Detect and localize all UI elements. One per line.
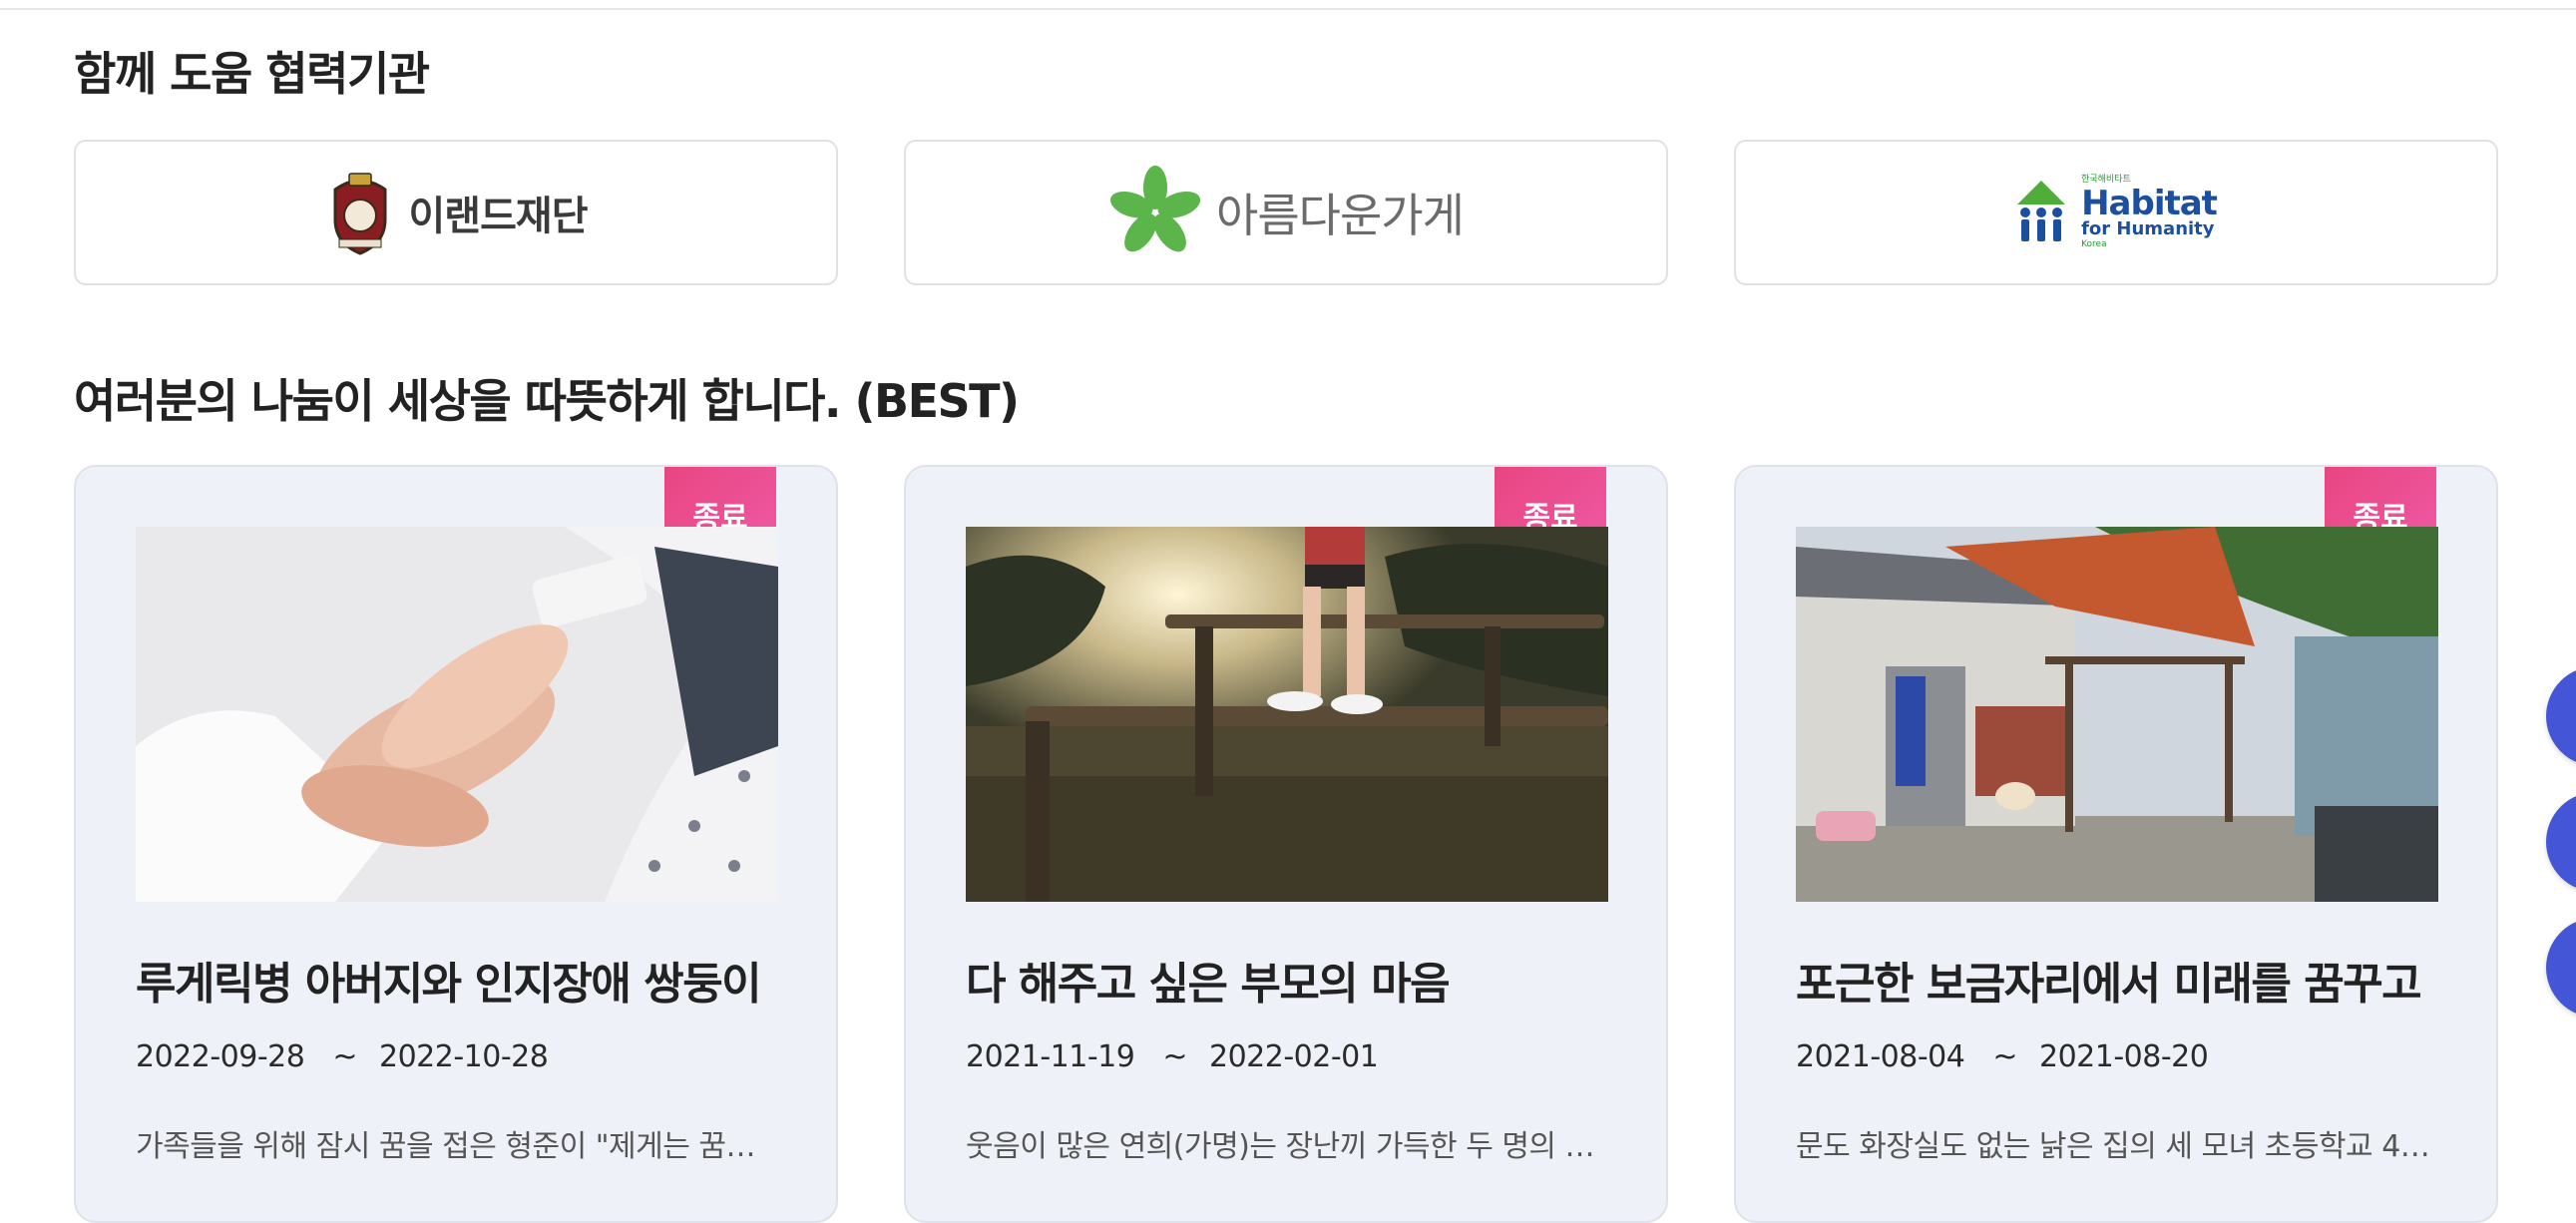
partner-name: 아름다운가게 [1216, 189, 1465, 242]
campaign-image-balance-beam [966, 527, 1608, 902]
floating-quick-button[interactable] [2546, 666, 2576, 766]
end-date: 2022-02-01 [1209, 1039, 1379, 1074]
partners-section-title: 함께 도움 협력기관 [74, 47, 430, 101]
campaign-title: 다 해주고 싶은 부모의 마음 [966, 959, 1451, 1010]
end-date: 2021-08-20 [2039, 1039, 2209, 1074]
floating-quick-button[interactable] [2546, 792, 2576, 892]
date-separator: ~ [1992, 1039, 2017, 1074]
partner-name-line-1: Habitat [2081, 184, 2218, 223]
end-date: 2022-10-28 [379, 1039, 549, 1074]
eland-crest-icon [333, 173, 386, 255]
campaign-period: 2021-11-19 ~2022-02-01 [966, 1039, 1379, 1074]
partner-name-line-3: Korea [2081, 239, 2107, 249]
floating-quick-button[interactable] [2546, 918, 2576, 1018]
date-separator: ~ [332, 1039, 357, 1074]
partner-name: 이랜드재단 [408, 194, 589, 239]
campaign-card[interactable]: 종료 포근한 보금자리에서 미래를 꿈꾸고 2021-08-04 ~2021-08… [1734, 465, 2498, 1223]
campaign-title: 포근한 보금자리에서 미래를 꿈꾸고 [1796, 959, 2422, 1010]
campaign-period: 2021-08-04 ~2021-08-20 [1796, 1039, 2209, 1074]
start-date: 2021-11-19 [966, 1039, 1135, 1074]
partner-name-line-2: for Humanity [2081, 218, 2215, 239]
campaign-title: 루게릭병 아버지와 인지장애 쌍둥이 [136, 959, 762, 1010]
partner-logo: 아름다운가게 [1108, 166, 1465, 259]
top-divider [0, 8, 2576, 10]
campaign-description: 웃음이 많은 연희(가명)는 장난끼 가득한 두 명의 … [966, 1129, 1595, 1164]
partner-card-habitat[interactable]: 한국해비타트 Habitat for Humanity Korea [1734, 140, 2498, 285]
campaign-description: 가족들을 위해 잠시 꿈을 접은 형준이 "제게는 꿈… [136, 1129, 755, 1164]
campaign-card[interactable]: 종료 루게릭병 아버지와 인지장애 쌍둥이 2022-09-28 ~2022-10… [74, 465, 838, 1223]
partner-card-eland[interactable]: 이랜드재단 [74, 140, 838, 285]
best-section-title: 여러분의 나눔이 세상을 따뜻하게 합니다. (BEST) [74, 374, 1020, 428]
partner-logo: 이랜드재단 [325, 170, 589, 255]
green-leaf-icon [1110, 166, 1201, 252]
campaign-description: 문도 화장실도 없는 낡은 집의 세 모녀 초등학교 4… [1796, 1129, 2430, 1164]
date-separator: ~ [1162, 1039, 1187, 1074]
start-date: 2021-08-04 [1796, 1039, 1965, 1074]
campaign-card[interactable]: 종료 다 해주고 싶은 부모의 마음 2021-11-19 ~ 2022-02-… [904, 465, 1668, 1223]
campaign-image-holding-hands [136, 527, 778, 902]
partner-logo: 한국해비타트 Habitat for Humanity Korea [2015, 176, 2218, 249]
partner-name: 한국해비타트 Habitat for Humanity Korea [2081, 176, 2218, 249]
campaign-image-old-house [1796, 527, 2438, 902]
start-date: 2022-09-28 [136, 1039, 305, 1074]
partner-card-beautiful-store[interactable]: 아름다운가게 [904, 140, 1668, 285]
habitat-house-icon [2017, 181, 2066, 241]
campaign-period: 2022-09-28 ~2022-10-28 [136, 1039, 549, 1074]
